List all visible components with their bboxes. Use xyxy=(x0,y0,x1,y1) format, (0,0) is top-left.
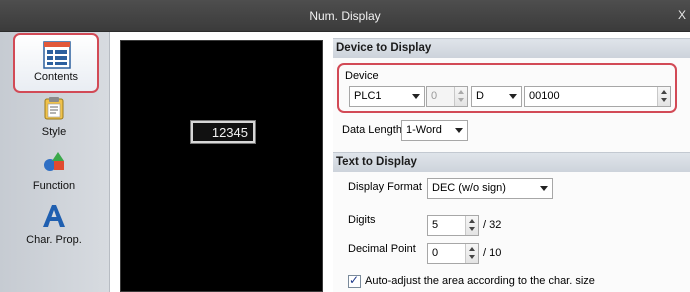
sidebar-item-char-prop[interactable]: Char. Prop. xyxy=(10,200,98,254)
close-button[interactable]: X xyxy=(678,8,688,22)
function-icon xyxy=(44,152,64,171)
digits-stepper[interactable] xyxy=(465,216,478,235)
sidebar-item-label: Style xyxy=(41,126,67,138)
window-title: Num. Display xyxy=(309,9,381,23)
data-length-value: 1-Word xyxy=(406,124,442,136)
auto-adjust-label: Auto-adjust the area according to the ch… xyxy=(365,275,595,287)
display-format-label: Display Format xyxy=(348,181,422,193)
spin-up-icon xyxy=(469,247,475,251)
preview-canvas: 12345 xyxy=(120,40,323,292)
chevron-down-icon xyxy=(455,128,463,133)
sidebar-item-label: Char. Prop. xyxy=(26,234,82,246)
digits-max: / 32 xyxy=(483,219,502,231)
digits-label: Digits xyxy=(348,214,376,226)
section-header-device: Device to Display xyxy=(333,38,690,58)
contents-highlight xyxy=(13,33,99,93)
sidebar-item-label: Function xyxy=(32,180,76,192)
decimal-point-label: Decimal Point xyxy=(348,243,416,255)
spin-down-icon xyxy=(469,255,475,259)
data-length-label: Data Length xyxy=(342,124,402,136)
spin-down-icon xyxy=(469,227,475,231)
auto-adjust-checkbox[interactable]: ✓ xyxy=(348,273,361,288)
sidebar-item-function[interactable]: Function xyxy=(10,146,98,200)
digits-value: 5 xyxy=(432,219,439,231)
decimal-point-max: / 10 xyxy=(483,247,502,259)
sidebar-item-style[interactable]: Style xyxy=(10,92,98,146)
section-header-text: Text to Display xyxy=(333,152,690,172)
decimal-point-value: 0 xyxy=(432,247,439,259)
char-prop-icon xyxy=(43,205,65,227)
decimal-point-stepper[interactable] xyxy=(465,244,478,263)
display-format-value: DEC (w/o sign) xyxy=(432,182,506,194)
style-icon xyxy=(44,97,64,120)
device-highlight xyxy=(337,63,677,113)
data-length-select[interactable]: 1-Word xyxy=(401,120,468,141)
checkmark-icon: ✓ xyxy=(349,273,360,287)
display-format-select[interactable]: DEC (w/o sign) xyxy=(427,178,553,199)
num-display-preview[interactable]: 12345 xyxy=(191,121,255,143)
title-bar: Num. Display X xyxy=(0,0,690,32)
chevron-down-icon xyxy=(540,186,548,191)
spin-up-icon xyxy=(469,219,475,223)
